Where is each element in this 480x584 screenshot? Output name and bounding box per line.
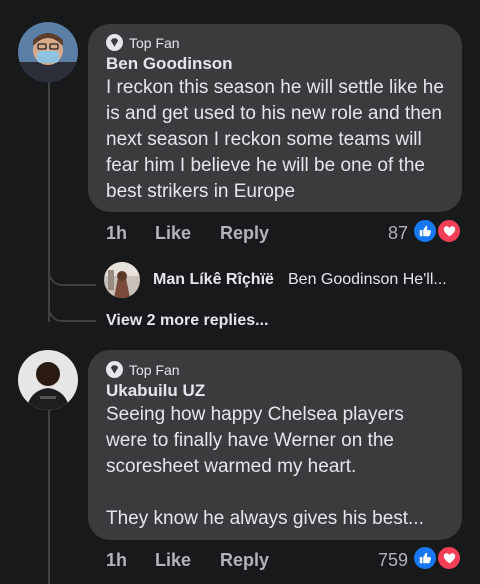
thread-line-second bbox=[48, 408, 50, 584]
avatar-reply-author[interactable] bbox=[104, 262, 140, 298]
comment-text-2: Seeing how happy Chelsea players were to… bbox=[106, 404, 424, 529]
thread-line-branch-1 bbox=[48, 256, 96, 286]
like-button-2[interactable]: Like bbox=[155, 550, 191, 571]
top-fan-label: Top Fan bbox=[129, 361, 180, 378]
reply-snippet[interactable]: Ben Goodinson He'll... bbox=[288, 271, 447, 289]
top-fan-badge-1: Top Fan bbox=[106, 34, 180, 51]
reaction-count-2[interactable]: 759 bbox=[356, 550, 408, 571]
avatar-ukabuilu-uz[interactable] bbox=[18, 350, 78, 410]
comment-author-2[interactable]: Ukabuilu UZ bbox=[106, 381, 205, 401]
avatar-ben-goodinson[interactable] bbox=[18, 22, 78, 82]
view-more-replies-link[interactable]: View 2 more replies... bbox=[106, 312, 268, 330]
top-fan-badge-2: Top Fan bbox=[106, 361, 180, 378]
diamond-icon bbox=[106, 34, 123, 51]
thread-line-branch-2 bbox=[48, 300, 96, 322]
reply-button-2[interactable]: Reply bbox=[220, 550, 269, 571]
like-reaction-icon[interactable] bbox=[412, 218, 438, 244]
comment-text-1: I reckon this season he will settle like… bbox=[106, 77, 444, 202]
like-reaction-icon[interactable] bbox=[412, 545, 438, 571]
comment-timestamp-1[interactable]: 1h bbox=[106, 223, 127, 244]
comment-author-1[interactable]: Ben Goodinson bbox=[106, 54, 233, 74]
love-reaction-icon[interactable] bbox=[436, 545, 462, 571]
thread-line-main bbox=[48, 82, 50, 322]
love-reaction-icon[interactable] bbox=[436, 218, 462, 244]
comment-timestamp-2[interactable]: 1h bbox=[106, 550, 127, 571]
like-button-1[interactable]: Like bbox=[155, 223, 191, 244]
diamond-icon bbox=[106, 361, 123, 378]
reaction-count-1[interactable]: 87 bbox=[360, 223, 408, 244]
reply-button-1[interactable]: Reply bbox=[220, 223, 269, 244]
reply-author-name[interactable]: Man Líkê Rîçhïë bbox=[153, 271, 274, 289]
top-fan-label: Top Fan bbox=[129, 34, 180, 51]
